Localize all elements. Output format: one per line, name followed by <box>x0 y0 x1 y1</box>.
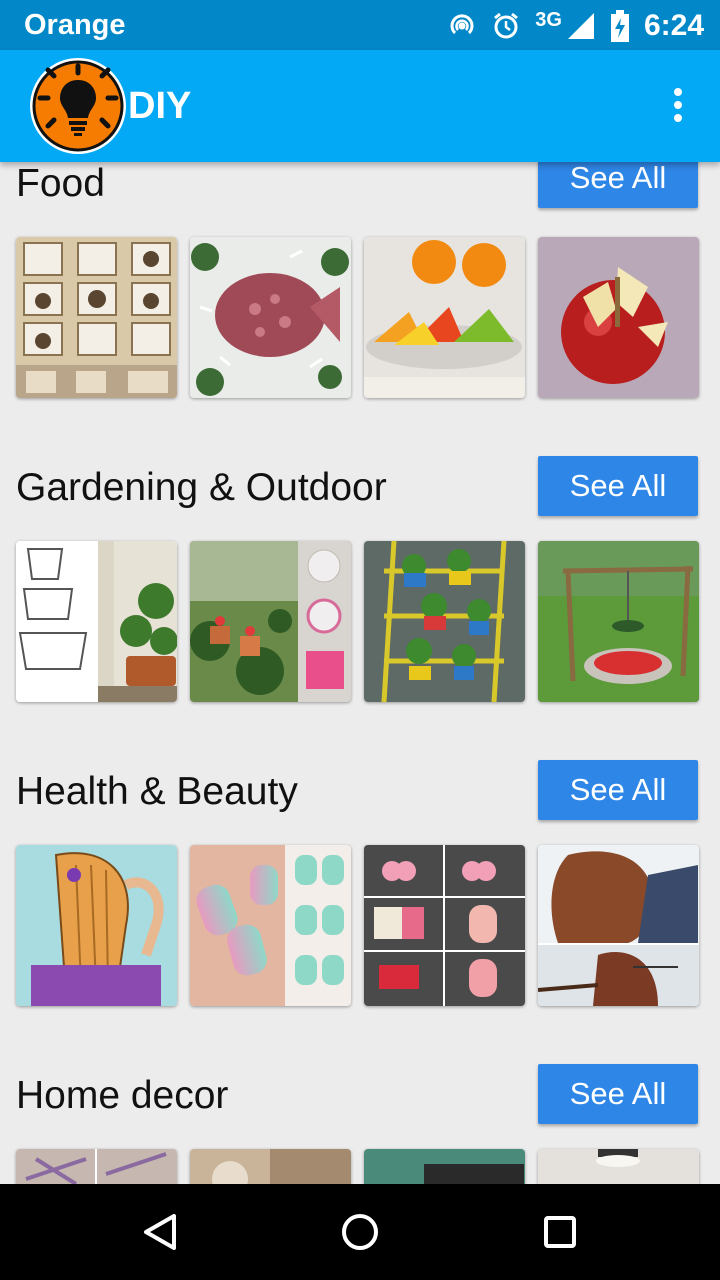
section-title: Home decor <box>16 1074 229 1117</box>
alarm-icon <box>491 11 521 41</box>
section-gardening: Gardening & Outdoor See All <box>0 162 720 702</box>
network-type: 3G <box>535 8 562 31</box>
home-icon[interactable] <box>336 1208 384 1256</box>
status-bar: Orange 3G 6:24 <box>0 0 720 50</box>
signal-icon <box>566 11 596 41</box>
thumbnail-decor-4[interactable] <box>538 1149 699 1184</box>
category-list[interactable]: Food See All Gardening & Outdoor See All… <box>0 162 720 1184</box>
overflow-menu-icon[interactable] <box>666 88 690 128</box>
status-icons: 3G 6:24 <box>447 6 704 46</box>
section-health-beauty: Health & Beauty See All <box>0 466 720 1006</box>
thumbnail-decor-2[interactable] <box>190 1149 351 1184</box>
thumbnail-decor-3[interactable] <box>364 1149 525 1184</box>
battery-charging-icon <box>610 10 630 42</box>
navigation-bar <box>0 1184 720 1280</box>
clock: 6:24 <box>643 9 704 42</box>
section-home-decor: Home decor See All <box>0 770 720 1184</box>
app-title: DIY <box>128 85 192 127</box>
hotspot-icon <box>447 11 477 41</box>
lightbulb-icon[interactable] <box>30 58 126 154</box>
carrier-name: Orange <box>24 9 126 41</box>
back-icon[interactable] <box>136 1208 184 1256</box>
thumbnail-row <box>16 1149 699 1184</box>
thumbnail-decor-1[interactable] <box>16 1149 177 1184</box>
see-all-button[interactable]: See All <box>538 1064 698 1124</box>
recents-icon[interactable] <box>536 1208 584 1256</box>
app-bar: DIY <box>0 50 720 162</box>
